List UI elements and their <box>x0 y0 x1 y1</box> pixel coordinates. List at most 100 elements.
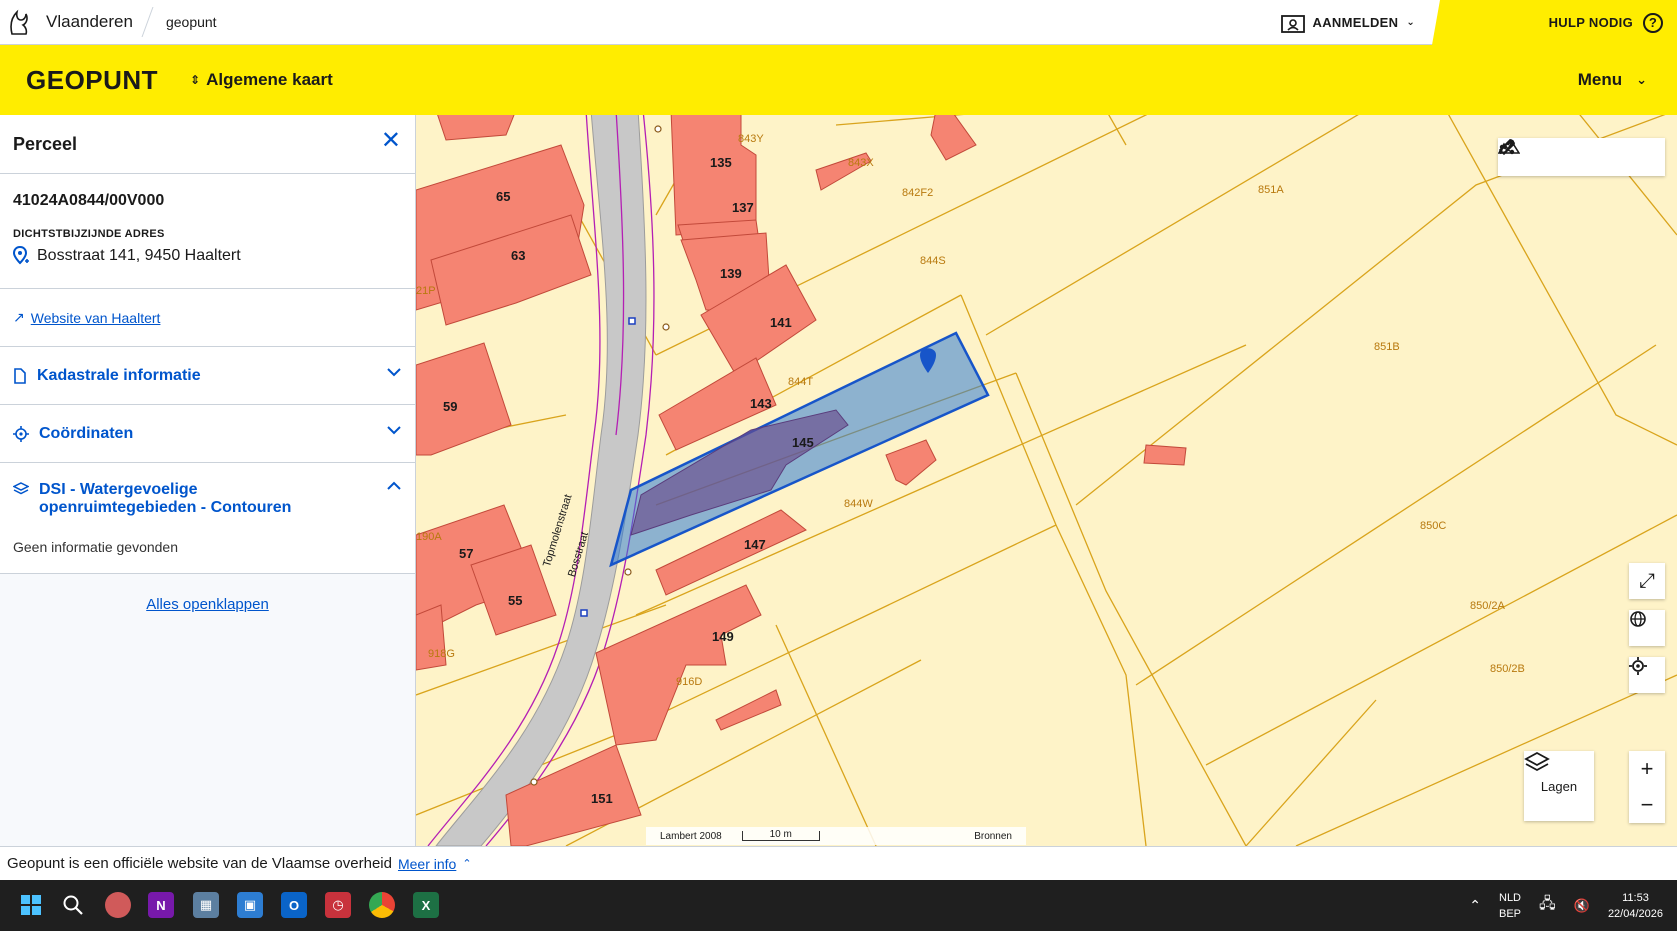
paint-app-icon[interactable] <box>105 892 131 918</box>
parcel-code-label: 844W <box>844 498 873 510</box>
parcel-panel: Perceel ✕ 41024A0844/00V000 DICHTSTBIJZI… <box>0 115 416 846</box>
onenote-icon[interactable]: N <box>148 892 174 918</box>
parcel-code-label: 850C <box>1420 520 1447 532</box>
lang-line2: BEP <box>1499 907 1522 920</box>
accordion-header[interactable]: DSI - Watergevoelige openruimtegebieden … <box>13 481 402 517</box>
house-number-label: 143 <box>750 396 772 411</box>
house-number-label: 65 <box>496 189 511 204</box>
menu-button[interactable]: Menu ⌄ <box>1578 45 1647 115</box>
layers-button[interactable]: Lagen <box>1524 751 1594 821</box>
parcel-code-label: 844S <box>920 255 946 267</box>
windows-start-icon[interactable] <box>18 892 44 918</box>
parcel-code-label: 850/2B <box>1490 663 1525 675</box>
cadastral-map[interactable] <box>416 115 1677 846</box>
website-row: ↗ Website van Haaltert <box>0 289 415 347</box>
chevron-down-icon <box>387 368 401 377</box>
accordion-label: Kadastrale informatie <box>37 366 201 384</box>
chrome-icon[interactable] <box>369 892 395 918</box>
help-button[interactable]: HULP NODIG ? <box>1432 0 1677 45</box>
parcel-code-label: 190A <box>416 531 442 543</box>
updown-chevron-icon: ⇕ <box>190 73 201 87</box>
house-number-label: 147 <box>744 537 766 552</box>
parcel-code-label: 21P <box>416 285 436 297</box>
calculator-icon[interactable]: ▦ <box>193 892 219 918</box>
accordion-kadastrale-informatie[interactable]: Kadastrale informatie <box>0 347 415 405</box>
government-topbar: Vlaanderen geopunt AANMELDEN ⌄ HULP NODI… <box>0 0 1677 45</box>
more-info-link[interactable]: Meer info <box>398 856 456 872</box>
geopunt-logo[interactable]: GEOPUNT <box>26 65 158 96</box>
map-selector[interactable]: ⇕ Algemene kaart <box>190 70 333 90</box>
zoom-in-button[interactable]: + <box>1629 751 1665 787</box>
parcel-code-label: 842F2 <box>902 187 934 199</box>
accordion-coordinaten[interactable]: Coördinaten <box>0 405 415 463</box>
lang-line1: NLD <box>1499 891 1522 904</box>
globe-icon[interactable] <box>1629 610 1665 646</box>
clock[interactable]: 11:53 22/04/2026 <box>1608 890 1663 922</box>
network-icon[interactable]: 🖧 <box>1539 893 1556 918</box>
excel-icon[interactable]: X <box>413 892 439 918</box>
house-number-label: 55 <box>508 593 523 608</box>
id-card-icon <box>1280 14 1305 33</box>
remote-desktop-icon[interactable]: ▣ <box>237 892 263 918</box>
house-number-label: 137 <box>732 200 754 215</box>
accordion-label: Coördinaten <box>39 424 134 442</box>
map-toolbar <box>1498 138 1665 176</box>
chevron-up-icon <box>387 481 401 490</box>
house-number-label: 141 <box>770 315 792 330</box>
windows-taskbar: N ▦ ▣ O ◷ X ⌃ NLD BEP 🖧 🔇 11:53 22/04/20… <box>0 880 1677 931</box>
expand-all-link[interactable]: Alles openklappen <box>146 596 269 613</box>
zoom-control: + − <box>1629 751 1665 823</box>
expand-all-row: Alles openklappen <box>0 596 415 613</box>
house-number-label: 59 <box>443 399 458 414</box>
login-label: AANMELDEN <box>1312 15 1399 30</box>
note-text: Geopunt is een officiële website van de … <box>7 855 392 872</box>
map-name: Algemene kaart <box>206 70 333 89</box>
close-icon[interactable]: ✕ <box>381 129 401 153</box>
parcel-code-label: 918G <box>428 648 455 660</box>
chevron-down-icon: ⌄ <box>1406 17 1415 28</box>
clock-time: 11:53 <box>1622 891 1649 904</box>
help-label: HULP NODIG <box>1548 15 1633 30</box>
accordion-label-line2: openruimtegebieden - Contouren <box>39 499 292 516</box>
locate-me-icon[interactable] <box>1629 657 1665 693</box>
chevron-up-icon: ⌃ <box>462 858 472 870</box>
parcel-code-label: 916D <box>676 676 703 688</box>
vlaanderen-lion-icon[interactable] <box>0 0 38 45</box>
address-row: Bosstraat 141, 9450 Haaltert <box>13 246 402 266</box>
layers-icon <box>1524 751 1550 772</box>
volume-muted-icon[interactable]: 🔇 <box>1574 898 1590 914</box>
panel-title: Perceel <box>13 133 78 154</box>
parcel-code-label: 843X <box>848 157 874 169</box>
calendar-app-icon[interactable]: ◷ <box>325 892 351 918</box>
address-value: Bosstraat 141, 9450 Haaltert <box>37 247 241 264</box>
map-canvas[interactable]: 65 63 59 57 55 135 137 139 141 143 145 147 149 151 84… <box>416 115 1677 846</box>
parcel-code-label: 843Y <box>738 133 764 145</box>
parcel-code-label: 850/2A <box>1470 600 1505 612</box>
language-indicator[interactable]: NLD BEP <box>1499 890 1521 922</box>
share-icon[interactable] <box>1498 138 1516 156</box>
outlook-icon[interactable]: O <box>281 892 307 918</box>
login-button[interactable]: AANMELDEN ⌄ <box>1280 0 1415 45</box>
house-number-label: 149 <box>712 629 734 644</box>
clock-date: 22/04/2026 <box>1607 907 1663 920</box>
brand-vlaanderen[interactable]: Vlaanderen <box>46 12 133 32</box>
zoom-out-button[interactable]: − <box>1629 787 1665 823</box>
chevron-down-icon <box>387 426 401 435</box>
chevron-down-icon: ⌄ <box>1636 72 1647 87</box>
parcel-code-label: 851A <box>1258 184 1284 196</box>
official-website-note: Geopunt is een officiële website van de … <box>0 846 1677 880</box>
fullscreen-icon[interactable]: ⤢ <box>1629 563 1665 599</box>
parcel-summary: 41024A0844/00V000 DICHTSTBIJZIJNDE ADRES… <box>0 174 415 289</box>
house-number-label: 139 <box>720 266 742 281</box>
search-icon[interactable] <box>60 892 86 918</box>
accordion-dsi-watergevoelige: DSI - Watergevoelige openruimtegebieden … <box>0 463 415 574</box>
address-label: DICHTSTBIJZIJNDE ADRES <box>13 228 165 240</box>
website-link[interactable]: Website van Haaltert <box>31 310 161 326</box>
brand-geopunt[interactable]: geopunt <box>166 14 217 30</box>
document-icon <box>14 367 26 384</box>
house-number-label: 145 <box>792 435 814 450</box>
chevron-up-icon[interactable]: ⌃ <box>1469 897 1481 914</box>
sources-link[interactable]: Bronnen <box>974 831 1012 842</box>
house-number-label: 151 <box>591 791 613 806</box>
parcel-code-label: 844T <box>788 376 814 388</box>
